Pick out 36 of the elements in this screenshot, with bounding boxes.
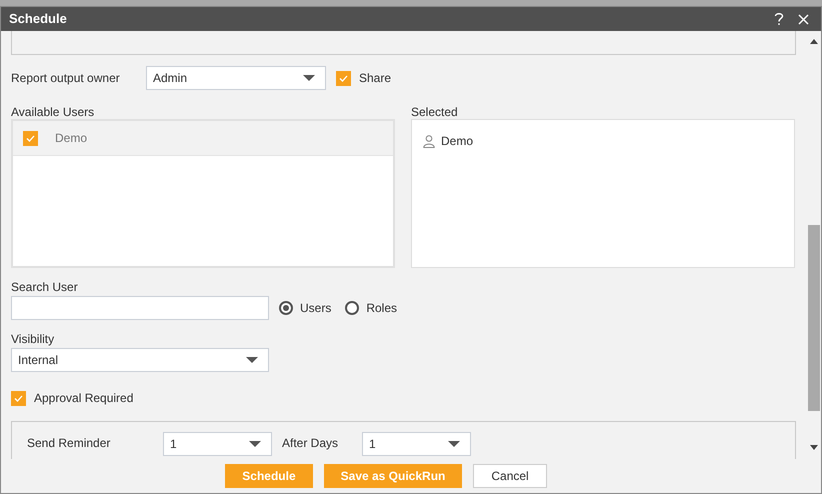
caret-icon	[246, 357, 258, 363]
caret-icon	[249, 441, 261, 447]
search-field[interactable]	[11, 296, 269, 320]
user-name: Demo	[441, 133, 474, 150]
user-name: Demo	[55, 130, 88, 147]
field-label: After Days	[282, 435, 340, 452]
checkbox-label: Share	[359, 70, 392, 87]
checkbox[interactable]	[23, 130, 38, 146]
help-icon[interactable]	[774, 12, 784, 26]
days-dropdown[interactable]: 1	[362, 432, 471, 456]
approval-checkbox[interactable]	[11, 390, 26, 406]
field-label: Search User	[11, 279, 78, 295]
user-icon	[423, 134, 435, 148]
radio-label: Users	[300, 300, 332, 317]
list-label: Available Users	[11, 104, 96, 119]
visibility-dropdown[interactable]: Internal	[11, 348, 269, 372]
dialog-button[interactable]: Cancel	[473, 464, 547, 488]
window-title: Schedule	[9, 10, 67, 28]
caret-icon	[448, 441, 460, 447]
arrow-down-icon[interactable]	[810, 445, 818, 450]
arrow-up-icon[interactable]	[810, 39, 818, 44]
radio-button[interactable]	[279, 301, 293, 315]
share-checkbox[interactable]	[336, 70, 351, 86]
reminder-dropdown[interactable]: 1	[163, 432, 272, 456]
owner-dropdown[interactable]: Admin	[146, 66, 326, 90]
checkbox-label: Approval Required	[34, 390, 134, 407]
user-row[interactable]: Demo	[13, 121, 393, 156]
radio-label: Roles	[366, 300, 398, 317]
close-icon[interactable]	[798, 14, 809, 24]
field-label: Visibility	[11, 331, 54, 347]
field-label: Report output owner	[11, 70, 121, 87]
list-label: Selected	[411, 104, 459, 119]
scrollbar-thumb[interactable]	[808, 225, 820, 411]
caret-icon	[303, 75, 315, 81]
field-label: Send Reminder	[27, 435, 112, 452]
radio-button[interactable]	[345, 301, 360, 315]
